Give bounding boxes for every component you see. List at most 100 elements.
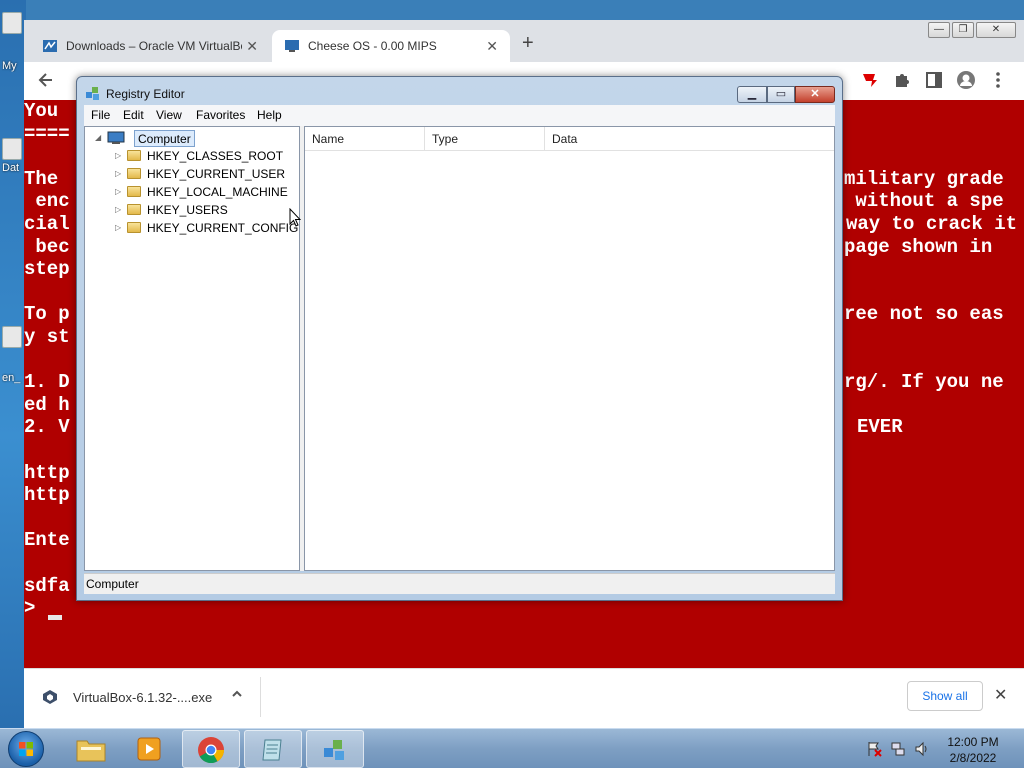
folder-icon <box>127 222 141 233</box>
registry-editor-window[interactable]: Registry Editor ▁ ▭ ✕ File Edit View Fav… <box>76 76 843 601</box>
notepad-icon <box>262 739 282 761</box>
minimize-button[interactable]: — <box>928 22 950 38</box>
terminal-line: You <box>24 100 70 122</box>
tab-downloads[interactable]: Downloads – Oracle VM VirtualBox ✕ <box>30 30 270 62</box>
desktop: My Dat en_ <box>0 0 26 728</box>
close-window-button[interactable]: ✕ <box>976 22 1016 38</box>
column-header-data[interactable]: Data <box>545 127 834 151</box>
terminal-line: cial <box>24 213 70 235</box>
tree-node-hive[interactable]: ▷ HKEY_CURRENT_CONFIG <box>85 219 299 237</box>
menu-help[interactable]: Help <box>257 108 282 122</box>
clock-date: 2/8/2022 <box>949 751 997 765</box>
menu-bar: File Edit View Favorites Help <box>84 105 835 126</box>
tree-node-hive[interactable]: ▷ HKEY_CURRENT_USER <box>85 165 299 183</box>
column-header-name[interactable]: Name <box>305 127 425 151</box>
tree-node-hive[interactable]: ▷ HKEY_CLASSES_ROOT <box>85 147 299 165</box>
folder-icon <box>127 168 141 179</box>
tab-close-icon[interactable]: ✕ <box>486 30 498 62</box>
side-panel-icon[interactable] <box>924 70 944 90</box>
extension-alert-icon[interactable] <box>860 70 880 90</box>
terminal-line: 2. V <box>24 416 70 439</box>
profile-avatar-icon[interactable] <box>956 70 976 90</box>
extensions-puzzle-icon[interactable] <box>892 70 912 90</box>
terminal-line: rg/. If you ne <box>844 371 1004 394</box>
menu-file[interactable]: File <box>91 108 110 122</box>
minimize-button[interactable]: ▁ <box>737 86 767 103</box>
tree-node-computer[interactable]: ◢ Computer <box>93 129 293 147</box>
system-clock[interactable]: 12:00 PM 2/8/2022 <box>940 734 1006 766</box>
download-bar: VirtualBox-6.1.32-....exe Show all ✕ <box>24 668 1024 728</box>
chevron-up-icon[interactable] <box>230 687 244 704</box>
taskbar-notepad[interactable] <box>244 730 302 768</box>
tree-label-hive[interactable]: HKEY_CURRENT_USER <box>147 167 285 181</box>
tree-node-hive[interactable]: ▷ HKEY_LOCAL_MACHINE <box>85 183 299 201</box>
kebab-menu-icon[interactable] <box>988 70 1008 90</box>
close-button[interactable]: ✕ <box>795 86 835 103</box>
folder-icon <box>76 740 106 762</box>
virtualbox-installer-icon <box>43 690 57 704</box>
expand-triangle-icon[interactable]: ▷ <box>115 223 121 232</box>
status-bar: Computer <box>84 573 835 594</box>
expand-triangle-icon[interactable]: ▷ <box>115 151 121 160</box>
terminal-line: ree not so eas <box>844 303 1004 326</box>
tab-close-icon[interactable]: ✕ <box>246 30 258 62</box>
close-download-bar-icon[interactable]: ✕ <box>994 685 1007 705</box>
tab-title: Cheese OS - 0.00 MIPS <box>308 39 437 53</box>
key-tree[interactable]: ◢ Computer ▷ HKEY_CLASSES_ROOT ▷ HKEY_CURRE… <box>84 126 300 571</box>
registry-cubes-icon <box>324 740 344 760</box>
terminal-line: sdfa <box>24 574 70 597</box>
column-header-row: Name Type Data <box>305 127 834 151</box>
taskbar-explorer[interactable] <box>62 730 120 768</box>
terminal-line: bec <box>24 235 70 258</box>
volume-icon[interactable] <box>914 741 930 757</box>
tree-label-hive[interactable]: HKEY_CLASSES_ROOT <box>147 149 283 163</box>
tree-label-hive[interactable]: HKEY_CURRENT_CONFIG <box>147 221 298 235</box>
taskbar-media-player[interactable] <box>122 730 180 768</box>
terminal-line: EVER <box>857 416 903 439</box>
menu-edit[interactable]: Edit <box>123 108 144 122</box>
tree-node-hive[interactable]: ▷ HKEY_USERS <box>85 201 299 219</box>
iso-desktop-icon[interactable] <box>2 326 22 348</box>
terminal-line: ==== <box>24 122 70 145</box>
terminal-line: y st <box>24 326 70 348</box>
maximize-button[interactable]: ▭ <box>767 86 795 103</box>
taskbar-chrome[interactable] <box>182 730 240 768</box>
new-tab-button[interactable]: + <box>522 32 534 55</box>
show-all-button[interactable]: Show all <box>907 681 983 711</box>
computer-desktop-icon[interactable] <box>2 12 22 34</box>
mouse-pointer-icon <box>289 208 301 227</box>
status-path: Computer <box>86 577 139 591</box>
download-file-name[interactable]: VirtualBox-6.1.32-....exe <box>73 690 212 705</box>
clock-time: 12:00 PM <box>947 735 999 749</box>
collapse-triangle-icon[interactable]: ◢ <box>95 133 101 142</box>
column-header-type[interactable]: Type <box>425 127 545 151</box>
window-title: Registry Editor <box>106 87 185 101</box>
network-icon[interactable] <box>890 741 906 757</box>
terminal-line: ed h <box>24 393 70 416</box>
tree-label-hive[interactable]: HKEY_LOCAL_MACHINE <box>147 185 288 199</box>
action-center-flag-icon[interactable] <box>866 741 882 757</box>
expand-triangle-icon[interactable]: ▷ <box>115 169 121 178</box>
start-button[interactable] <box>8 731 44 767</box>
value-list[interactable]: Name Type Data <box>304 126 835 571</box>
tab-title: Downloads – Oracle VM VirtualBox <box>66 39 242 53</box>
menu-favorites[interactable]: Favorites <box>196 108 245 122</box>
expand-triangle-icon[interactable]: ▷ <box>115 187 121 196</box>
computer-icon <box>107 131 125 144</box>
data-desktop-icon[interactable] <box>2 138 22 160</box>
terminal-line: enc <box>24 190 70 213</box>
expand-triangle-icon[interactable]: ▷ <box>115 205 121 214</box>
monitor-favicon-icon <box>285 40 299 52</box>
tree-label-hive[interactable]: HKEY_USERS <box>147 203 228 217</box>
back-arrow-icon[interactable] <box>36 70 56 90</box>
taskbar-registry-editor[interactable] <box>306 730 364 768</box>
menu-view[interactable]: View <box>156 108 182 122</box>
restore-button[interactable]: ❐ <box>952 22 974 38</box>
folder-icon <box>127 150 141 161</box>
terminal-line: To p <box>24 303 70 326</box>
taskbar: 12:00 PM 2/8/2022 <box>0 728 1024 768</box>
media-player-icon <box>137 737 161 761</box>
terminal-line: without a spe <box>844 190 1004 213</box>
tree-label-computer[interactable]: Computer <box>134 130 195 147</box>
tab-cheese-os[interactable]: Cheese OS - 0.00 MIPS ✕ <box>272 30 510 62</box>
